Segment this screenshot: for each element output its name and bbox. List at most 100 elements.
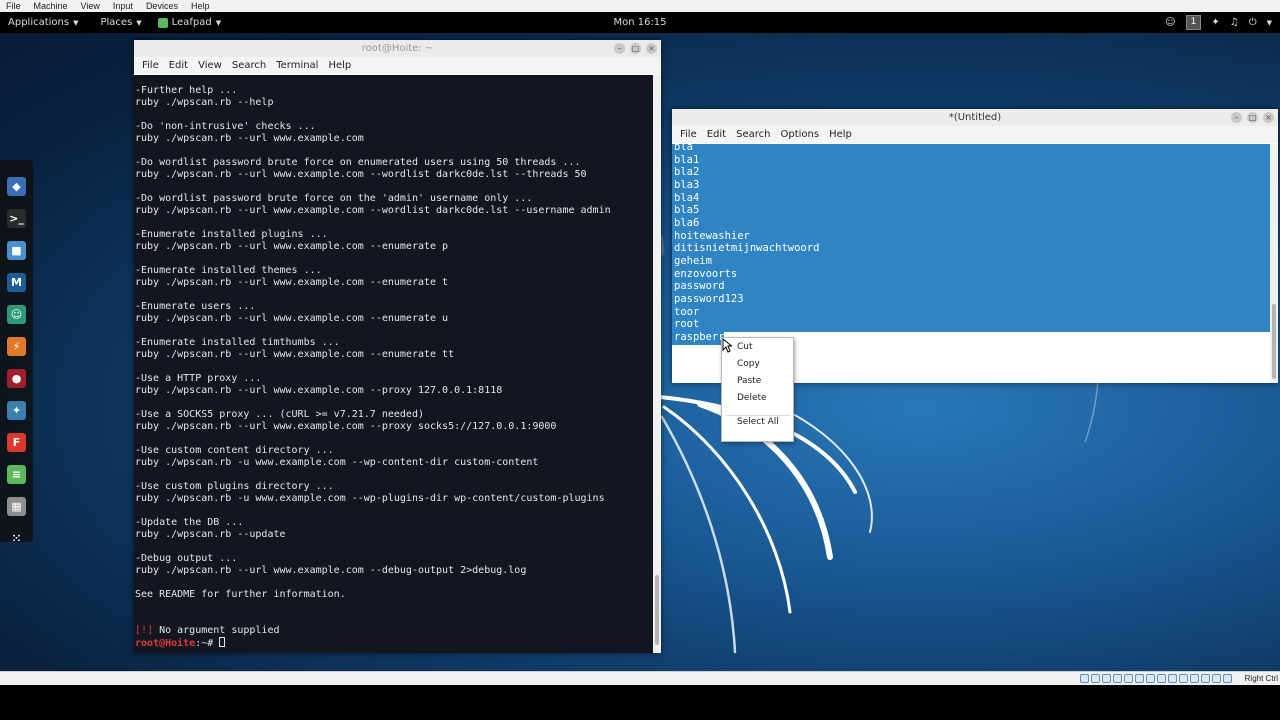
vbox-device-icon[interactable] xyxy=(1102,674,1111,683)
workspace-indicator[interactable]: 1 xyxy=(1185,15,1202,30)
menu-item-select-all[interactable]: Select All xyxy=(737,417,779,427)
applications-label: Applications xyxy=(8,17,70,28)
places-menu[interactable]: Places ▼ xyxy=(86,17,149,28)
leafpad-line: password123 xyxy=(674,292,744,305)
menu-item-cut[interactable]: Cut xyxy=(737,342,753,352)
armitage-icon[interactable]: ☺ xyxy=(7,305,26,324)
terminal-scrollbar[interactable] xyxy=(653,75,661,653)
keyboard-icon[interactable]: ▦ xyxy=(7,497,26,516)
applications-menu[interactable]: Applications ▼ xyxy=(0,17,86,28)
leafpad-line: toor xyxy=(674,305,700,318)
maximize-icon[interactable]: □ xyxy=(630,43,641,54)
vbox-device-icon[interactable] xyxy=(1179,674,1188,683)
kali-icon-icon[interactable]: ◆ xyxy=(7,177,26,196)
leafpad-menu-options[interactable]: Options xyxy=(775,129,824,140)
error-tag: [!] xyxy=(135,625,154,636)
scrollbar-thumb[interactable] xyxy=(655,575,659,645)
network-icon[interactable]: ✦ xyxy=(1211,17,1219,28)
leafpad-menu-edit[interactable]: Edit xyxy=(702,129,731,140)
files-icon[interactable]: ■ xyxy=(7,241,26,260)
volume-icon[interactable]: ♫ xyxy=(1230,17,1239,28)
leafpad-menubar: File Edit Search Options Help xyxy=(672,126,1278,143)
terminal-icon[interactable]: >_ xyxy=(7,209,26,228)
terminal-line: ruby ./wpscan.rb --url www.example.com -… xyxy=(135,565,527,576)
terminal-prompt-line[interactable]: root@Hoite:~# xyxy=(135,637,611,650)
leafpad-line: bla6 xyxy=(674,216,700,229)
chevron-down-icon[interactable]: ▼ xyxy=(1267,19,1272,27)
menu-item-copy[interactable]: Copy xyxy=(737,359,760,369)
terminal-menu-search[interactable]: Search xyxy=(227,60,271,71)
terminal-text: -Further help ... ruby ./wpscan.rb --help… xyxy=(135,85,611,650)
faraday-icon[interactable]: F xyxy=(7,433,26,452)
terminal-line: ruby ./wpscan.rb --url www.example.com -… xyxy=(135,277,449,288)
vbox-menu-help[interactable]: Help xyxy=(185,1,217,11)
vbox-device-icon[interactable] xyxy=(1168,674,1177,683)
menu-item-paste[interactable]: Paste xyxy=(737,376,761,386)
system-tray: ☺ 1 ✦ ♫ ⏻ ▼ xyxy=(1165,12,1272,33)
vbox-device-icon[interactable] xyxy=(1212,674,1221,683)
active-app-menu[interactable]: Leafpad ▼ xyxy=(150,17,229,28)
terminal-cursor xyxy=(219,637,226,647)
terminal-line: -Enumerate users ... xyxy=(135,301,256,312)
terminal-menu-view[interactable]: View xyxy=(193,60,227,71)
leafpad-line: bla3 xyxy=(674,178,700,191)
minimize-icon[interactable]: – xyxy=(1231,112,1242,123)
terminal-output[interactable]: -Further help ... ruby ./wpscan.rb --help… xyxy=(134,75,653,653)
vbox-device-icon[interactable] xyxy=(1135,674,1144,683)
terminal-line: -Enumerate installed themes ... xyxy=(135,265,322,276)
terminal-menu-help[interactable]: Help xyxy=(323,60,356,71)
leafpad-menu-help[interactable]: Help xyxy=(824,129,857,140)
terminal-menu-file[interactable]: File xyxy=(137,60,164,71)
vbox-menu-machine[interactable]: Machine xyxy=(28,1,75,11)
leafpad-icon[interactable]: ≡ xyxy=(7,465,26,484)
close-icon[interactable]: × xyxy=(1263,112,1274,123)
vbox-menu-view[interactable]: View xyxy=(75,1,107,11)
beef-icon[interactable]: ✦ xyxy=(7,401,26,420)
error-message: No argument supplied xyxy=(153,625,280,636)
vbox-device-icon[interactable] xyxy=(1223,674,1232,683)
vbox-device-icon[interactable] xyxy=(1080,674,1089,683)
vbox-device-icon[interactable] xyxy=(1157,674,1166,683)
vbox-menu-devices[interactable]: Devices xyxy=(140,1,185,11)
host-key-label: Right Ctrl xyxy=(1244,674,1278,683)
menu-item-delete[interactable]: Delete xyxy=(737,393,767,403)
vbox-device-icon[interactable] xyxy=(1091,674,1100,683)
vbox-device-icon[interactable] xyxy=(1113,674,1122,683)
terminal-menubar: File Edit View Search Terminal Help xyxy=(134,57,661,74)
leafpad-scrollbar[interactable] xyxy=(1270,144,1278,383)
terminal-line: -Enumerate installed timthumbs ... xyxy=(135,337,340,348)
vbox-menu-file[interactable]: File xyxy=(0,1,28,11)
terminal-line: -Use a HTTP proxy ... xyxy=(135,373,262,384)
vbox-device-icon[interactable] xyxy=(1190,674,1199,683)
metasploit-icon[interactable]: M xyxy=(7,273,26,292)
leafpad-titlebar[interactable]: *(Untitled) – □ × xyxy=(672,109,1278,126)
leafpad-menu-search[interactable]: Search xyxy=(731,129,775,140)
vbox-device-icon[interactable] xyxy=(1146,674,1155,683)
terminal-line: -Debug output ... xyxy=(135,553,238,564)
vbox-menu-input[interactable]: Input xyxy=(107,1,140,11)
accessibility-icon[interactable]: ☺ xyxy=(1165,17,1175,28)
leafpad-title: *(Untitled) xyxy=(948,112,1002,123)
terminal-menu-terminal[interactable]: Terminal xyxy=(271,60,323,71)
terminal-menu-edit[interactable]: Edit xyxy=(164,60,193,71)
vbox-device-icon[interactable] xyxy=(1201,674,1210,683)
close-icon[interactable]: × xyxy=(646,43,657,54)
burp-suite-icon[interactable]: ⚡ xyxy=(7,337,26,356)
terminal-titlebar[interactable]: root@Hoite: ~ – □ × xyxy=(134,40,661,57)
maximize-icon[interactable]: □ xyxy=(1247,112,1258,123)
scrollbar-thumb[interactable] xyxy=(1272,304,1276,379)
chevron-down-icon: ▼ xyxy=(215,18,222,27)
leafpad-menu-file[interactable]: File xyxy=(675,129,702,140)
minimize-icon[interactable]: – xyxy=(614,43,625,54)
vbox-device-icon[interactable] xyxy=(1124,674,1133,683)
show-applications-icon[interactable]: ⁙ xyxy=(7,529,26,548)
maltego-icon[interactable]: ● xyxy=(7,369,26,388)
terminal-line: -Use custom content directory ... xyxy=(135,445,334,456)
power-icon[interactable]: ⏻ xyxy=(1249,17,1257,28)
